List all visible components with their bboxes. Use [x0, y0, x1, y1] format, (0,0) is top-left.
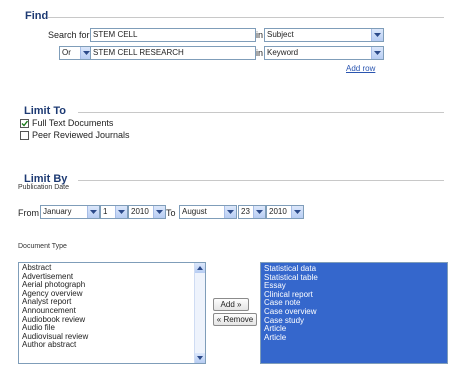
from-label: From [18, 208, 39, 218]
limit-by-divider [78, 180, 444, 181]
from-month-select[interactable]: January [40, 205, 100, 219]
search-for-label: Search for [48, 30, 90, 40]
from-day-value: 1 [103, 207, 108, 216]
full-text-label: Full Text Documents [32, 118, 114, 128]
operator-select-value: Or [62, 48, 71, 57]
chevron-down-icon [371, 29, 383, 41]
list-scrollbar[interactable] [194, 263, 205, 363]
scroll-down-icon[interactable] [195, 353, 205, 363]
to-day-select[interactable]: 23 [238, 205, 266, 219]
search-term-input-2[interactable]: STEM CELL RESEARCH [90, 46, 256, 60]
list-item[interactable]: Case study [261, 316, 447, 326]
peer-reviewed-checkbox[interactable] [20, 131, 29, 140]
available-document-types-list[interactable]: Abstract Advertisement Aerial photograph… [18, 262, 206, 364]
scroll-up-icon[interactable] [195, 263, 205, 273]
list-item[interactable]: Article [261, 325, 447, 334]
limit-to-divider [78, 112, 444, 113]
to-day-value: 23 [241, 207, 250, 216]
field-select-2-value: Keyword [267, 48, 299, 57]
chevron-down-icon [87, 206, 99, 218]
from-year-value: 2010 [131, 207, 149, 216]
chevron-down-icon [115, 206, 127, 218]
list-item[interactable]: Author abstract [19, 341, 205, 350]
operator-select[interactable]: Or [59, 46, 93, 60]
field-select-1[interactable]: Subject [264, 28, 384, 42]
add-button[interactable]: Add » [213, 298, 249, 311]
chevron-down-icon [291, 206, 303, 218]
from-day-select[interactable]: 1 [100, 205, 128, 219]
add-row-link[interactable]: Add row [346, 64, 375, 73]
remove-button[interactable]: « Remove [213, 313, 257, 326]
find-title: Find [25, 10, 49, 22]
find-divider [48, 17, 444, 18]
list-item[interactable]: Statistical table [261, 273, 447, 283]
to-year-select[interactable]: 2010 [266, 205, 304, 219]
to-month-select[interactable]: August [179, 205, 237, 219]
selected-document-types-list[interactable]: Statistical data Statistical table Essay… [260, 262, 448, 364]
to-label: To [166, 208, 176, 218]
document-type-label: Document Type [18, 243, 67, 250]
field-select-2[interactable]: Keyword [264, 46, 384, 60]
check-icon [21, 120, 28, 127]
publication-date-label: Publication Date [18, 184, 69, 191]
in-label-2: in [256, 48, 264, 58]
search-term-input-1[interactable]: STEM CELL [90, 28, 256, 42]
full-text-checkbox[interactable] [20, 119, 29, 128]
chevron-down-icon [253, 206, 265, 218]
chevron-down-icon [224, 206, 236, 218]
to-year-value: 2010 [269, 207, 287, 216]
chevron-down-icon [153, 206, 165, 218]
from-year-select[interactable]: 2010 [128, 205, 166, 219]
field-select-1-value: Subject [267, 30, 294, 39]
limit-to-title: Limit To [24, 105, 66, 117]
from-month-value: January [43, 207, 72, 216]
to-month-value: August [182, 207, 207, 216]
chevron-down-icon [371, 47, 383, 59]
peer-reviewed-label: Peer Reviewed Journals [32, 130, 130, 140]
list-item[interactable]: Article [261, 333, 447, 343]
in-label-1: in [256, 30, 264, 40]
